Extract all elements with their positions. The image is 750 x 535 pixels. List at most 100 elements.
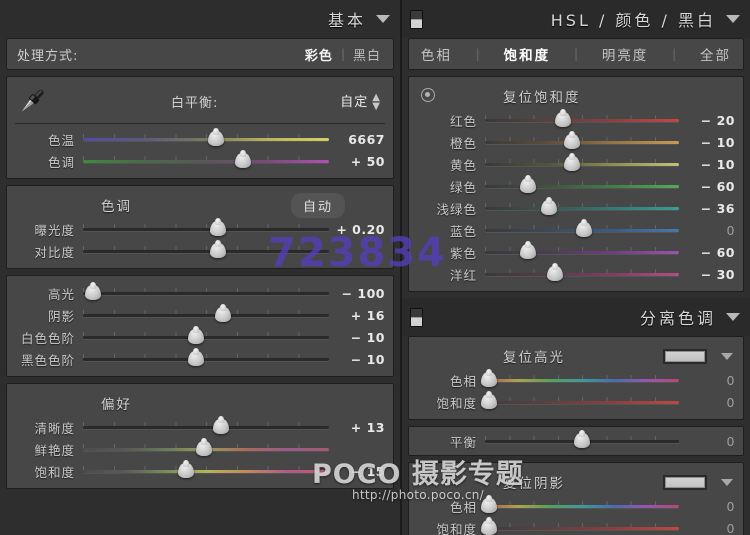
hsl-panel-header[interactable]: HSL / 颜色 / 黑白: [402, 0, 750, 38]
slider-row-highlights[interactable]: 高光 − 100: [7, 282, 393, 304]
chevron-down-icon[interactable]: [376, 15, 390, 23]
slider-row-red[interactable]: 红色 − 20: [409, 109, 743, 131]
white-balance-label: 白平衡:: [49, 92, 340, 111]
slider-row-shadows-saturation[interactable]: 饱和度 0: [409, 517, 743, 535]
slider-row-aqua[interactable]: 浅绿色 − 36: [409, 197, 743, 219]
slider-knob[interactable]: [178, 463, 194, 478]
slider-track[interactable]: [83, 440, 329, 458]
slider-knob[interactable]: [564, 134, 580, 149]
slider-row-highlights-saturation[interactable]: 饱和度 0: [409, 391, 743, 413]
slider-track[interactable]: [485, 393, 679, 411]
white-balance-value[interactable]: 自定▲▼: [340, 91, 381, 112]
slider-knob[interactable]: [196, 441, 212, 456]
chevron-down-icon[interactable]: [721, 479, 733, 486]
chevron-down-icon[interactable]: [726, 313, 740, 321]
shadows-reset-caption[interactable]: 复位阴影: [503, 472, 565, 492]
track-fill: [485, 251, 679, 254]
slider-track[interactable]: [83, 152, 329, 170]
slider-knob[interactable]: [520, 178, 536, 193]
slider-knob[interactable]: [188, 351, 204, 366]
slider-track[interactable]: [485, 177, 679, 195]
tab-luminance[interactable]: 明亮度: [602, 44, 649, 64]
slider-track[interactable]: [83, 220, 329, 238]
panel-enable-toggle[interactable]: [410, 10, 423, 29]
slider-track[interactable]: [485, 199, 679, 217]
slider-row-temperature[interactable]: 色温 6667: [7, 128, 393, 150]
treatment-bw-option[interactable]: 黑白: [353, 45, 381, 64]
tab-saturation[interactable]: 饱和度: [504, 44, 551, 64]
slider-row-purple[interactable]: 紫色 − 60: [409, 241, 743, 263]
slider-row-highlights-hue[interactable]: 色相 0: [409, 369, 743, 391]
slider-track[interactable]: [83, 350, 329, 368]
slider-track[interactable]: [485, 243, 679, 261]
slider-row-blue[interactable]: 蓝色 0: [409, 219, 743, 241]
slider-knob[interactable]: [85, 285, 101, 300]
slider-row-magenta[interactable]: 洋红 − 30: [409, 263, 743, 285]
slider-knob[interactable]: [564, 156, 580, 171]
slider-track[interactable]: [83, 462, 329, 480]
shadows-color-swatch[interactable]: [663, 475, 707, 490]
slider-knob[interactable]: [188, 329, 204, 344]
slider-track[interactable]: [485, 111, 679, 129]
slider-row-blacks[interactable]: 黑色色阶 − 10: [7, 348, 393, 370]
slider-knob[interactable]: [215, 307, 231, 322]
slider-row-balance[interactable]: 平衡 0: [409, 430, 743, 452]
slider-track[interactable]: [83, 242, 329, 260]
chevron-down-icon[interactable]: [726, 15, 740, 23]
slider-row-clarity[interactable]: 清晰度 + 13: [7, 416, 393, 438]
slider-row-exposure[interactable]: 曝光度 + 0.20: [7, 218, 393, 240]
panel-enable-toggle[interactable]: [410, 308, 423, 327]
slider-row-yellow[interactable]: 黄色 − 10: [409, 153, 743, 175]
slider-track[interactable]: [485, 221, 679, 239]
slider-row-green[interactable]: 绿色 − 60: [409, 175, 743, 197]
slider-row-vibrance[interactable]: 鲜艳度: [7, 438, 393, 460]
target-adjust-icon[interactable]: [421, 88, 435, 102]
slider-knob[interactable]: [235, 153, 251, 168]
hsl-reset-caption[interactable]: 复位饱和度: [503, 86, 581, 106]
slider-knob[interactable]: [576, 222, 592, 237]
slider-row-contrast[interactable]: 对比度: [7, 240, 393, 262]
treatment-color-option[interactable]: 彩色: [305, 45, 333, 64]
basic-panel-header[interactable]: 基本: [0, 0, 400, 38]
slider-knob[interactable]: [520, 244, 536, 259]
slider-knob[interactable]: [208, 131, 224, 146]
slider-track[interactable]: [83, 306, 329, 324]
slider-track[interactable]: [485, 497, 679, 515]
slider-row-shadows-hue[interactable]: 色相 0: [409, 495, 743, 517]
slider-knob[interactable]: [481, 372, 497, 387]
slider-row-saturation[interactable]: 饱和度 − 15: [7, 460, 393, 482]
slider-label: 黑色色阶: [11, 350, 83, 369]
slider-row-tint[interactable]: 色调 + 50: [7, 150, 393, 172]
slider-track[interactable]: [485, 371, 679, 389]
slider-track[interactable]: [485, 519, 679, 535]
slider-knob[interactable]: [574, 433, 590, 448]
slider-track[interactable]: [485, 265, 679, 283]
highlights-color-swatch[interactable]: [663, 349, 707, 364]
slider-row-whites[interactable]: 白色色阶 − 10: [7, 326, 393, 348]
slider-track[interactable]: [485, 155, 679, 173]
slider-row-shadows[interactable]: 阴影 + 16: [7, 304, 393, 326]
slider-knob[interactable]: [547, 266, 563, 281]
slider-knob[interactable]: [481, 498, 497, 513]
slider-track[interactable]: [83, 130, 329, 148]
slider-knob[interactable]: [481, 520, 497, 535]
slider-knob[interactable]: [213, 419, 229, 434]
split-toning-panel-header[interactable]: 分离色调: [402, 298, 750, 336]
auto-tone-button[interactable]: 自动: [291, 193, 345, 218]
slider-knob[interactable]: [555, 112, 571, 127]
slider-knob[interactable]: [210, 221, 226, 236]
chevron-down-icon[interactable]: [721, 353, 733, 360]
slider-row-orange[interactable]: 橙色 − 10: [409, 131, 743, 153]
eyedropper-icon[interactable]: [15, 84, 49, 118]
slider-track[interactable]: [83, 328, 329, 346]
slider-track[interactable]: [83, 418, 329, 436]
highlights-reset-caption[interactable]: 复位高光: [503, 346, 565, 366]
slider-knob[interactable]: [481, 394, 497, 409]
tab-hue[interactable]: 色相: [421, 44, 452, 64]
slider-track[interactable]: [485, 133, 679, 151]
slider-track[interactable]: [83, 284, 329, 302]
slider-track[interactable]: [485, 432, 679, 450]
slider-knob[interactable]: [541, 200, 557, 215]
slider-knob[interactable]: [210, 243, 226, 258]
tab-all[interactable]: 全部: [700, 44, 731, 64]
